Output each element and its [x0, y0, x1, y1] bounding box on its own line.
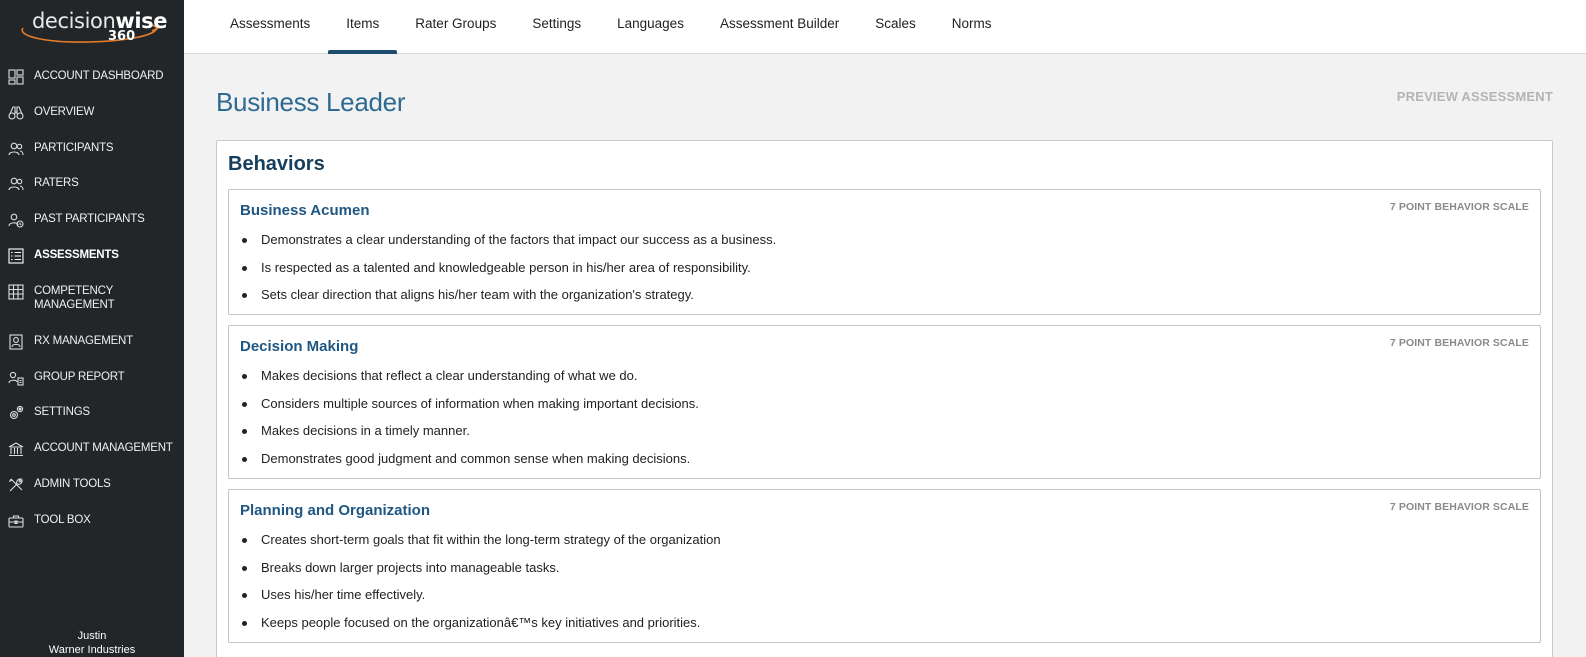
scale-label: 7 POINT BEHAVIOR SCALE	[1389, 201, 1529, 213]
past-participants-icon	[8, 212, 24, 228]
sidebar-item-admin-tools[interactable]: ADMIN TOOLS	[0, 474, 184, 510]
list-item: Creates short-term goals that fit within…	[242, 532, 721, 560]
sidebar-item-label: SETTINGS	[34, 406, 90, 419]
page-title: Business Leader	[216, 87, 406, 117]
tab-rater-groups[interactable]: Rater Groups	[397, 0, 514, 54]
scale-label: 7 POINT BEHAVIOR SCALE	[1389, 337, 1529, 349]
sidebar-item-competency-management[interactable]: COMPETENCY MANAGEMENT	[0, 281, 184, 331]
tools-icon	[8, 477, 24, 493]
raters-icon	[8, 176, 24, 192]
tab-items[interactable]: Items	[328, 0, 398, 54]
sidebar-item-settings[interactable]: SETTINGS	[0, 402, 184, 438]
sidebar-item-assessments[interactable]: ASSESSMENTS	[0, 245, 184, 281]
sidebar-item-account-dashboard[interactable]: ACCOUNT DASHBOARD	[0, 66, 184, 102]
building-icon	[8, 441, 24, 457]
sidebar-item-label: ACCOUNT MANAGEMENT	[34, 442, 173, 455]
competency-title: Business Acumen	[240, 202, 370, 219]
sidebar-item-label: ACCOUNT DASHBOARD	[34, 70, 164, 82]
competency-card: Business Acumen 7 POINT BEHAVIOR SCALE D…	[228, 189, 1541, 315]
list-item: Sets clear direction that aligns his/her…	[241, 287, 776, 315]
sidebar-item-past-participants[interactable]: PAST PARTICIPANTS	[0, 209, 184, 245]
sidebar-item-label: PAST PARTICIPANTS	[34, 213, 145, 226]
list-item: Uses his/her time effectively.	[242, 587, 721, 615]
competency-title: Decision Making	[240, 338, 359, 355]
user-info[interactable]: Justin Warner Industries	[0, 629, 184, 657]
sidebar: decisionwise 360 ACCOUNT DASHBOARD OVERV…	[0, 0, 184, 657]
sidebar-item-label: RX MANAGEMENT	[34, 334, 133, 347]
tab-bar: Assessments Items Rater Groups Settings …	[184, 0, 1586, 54]
rx-icon	[8, 334, 24, 350]
app-logo[interactable]: decisionwise 360	[0, 0, 184, 52]
item-list: Demonstrates a clear understanding of th…	[241, 232, 776, 315]
section-heading: Behaviors	[228, 153, 325, 175]
user-name: Justin	[77, 630, 107, 642]
sidebar-item-participants[interactable]: PARTICIPANTS	[0, 138, 184, 174]
binoculars-icon	[8, 105, 24, 121]
sidebar-item-label: OVERVIEW	[34, 105, 95, 118]
list-item: Demonstrates a clear understanding of th…	[241, 232, 776, 260]
users-icon	[8, 141, 24, 157]
list-item: Makes decisions that reflect a clear und…	[242, 368, 699, 396]
list-item: Demonstrates good judgment and common se…	[242, 451, 699, 479]
sidebar-item-overview[interactable]: OVERVIEW	[0, 102, 184, 138]
grid-icon	[8, 284, 24, 300]
sidebar-item-label: RATERS	[34, 177, 79, 190]
logo-wordmark: decisionwise	[32, 9, 168, 33]
list-item: Keeps people focused on the organization…	[242, 615, 721, 643]
sidebar-item-label: ADMIN TOOLS	[34, 477, 111, 490]
sidebar-item-label: TOOL BOX	[34, 513, 91, 526]
top-nav: Assessments Items Rater Groups Settings …	[184, 0, 1586, 54]
item-list: Makes decisions that reflect a clear und…	[242, 368, 699, 479]
dashboard-icon	[8, 69, 24, 85]
competency-title: Planning and Organization	[240, 502, 431, 519]
competency-card: Decision Making 7 POINT BEHAVIOR SCALE M…	[228, 325, 1541, 479]
tab-languages[interactable]: Languages	[599, 0, 702, 54]
sidebar-nav: ACCOUNT DASHBOARD OVERVIEW PARTICIPANTS …	[0, 66, 184, 546]
sidebar-item-label: COMPETENCY MANAGEMENT	[34, 284, 115, 312]
tab-scales[interactable]: Scales	[857, 0, 934, 54]
gears-icon	[8, 405, 24, 421]
tab-settings[interactable]: Settings	[514, 0, 599, 54]
scale-label: 7 POINT BEHAVIOR SCALE	[1389, 501, 1529, 513]
logo-number: 360	[108, 29, 136, 44]
sidebar-item-rx-management[interactable]: RX MANAGEMENT	[0, 331, 184, 367]
sidebar-item-label: GROUP REPORT	[34, 370, 125, 383]
sidebar-item-label: ASSESSMENTS	[34, 248, 119, 261]
list-item: Considers multiple sources of informatio…	[242, 396, 699, 424]
item-list: Creates short-term goals that fit within…	[242, 532, 721, 643]
group-report-icon	[8, 370, 24, 386]
sidebar-item-label: PARTICIPANTS	[34, 141, 114, 154]
user-company: Warner Industries	[48, 644, 136, 656]
checklist-icon	[8, 248, 24, 264]
toolbox-icon	[8, 513, 24, 529]
tab-norms[interactable]: Norms	[934, 0, 1010, 54]
list-item: Breaks down larger projects into managea…	[242, 560, 721, 588]
behaviors-panel: Behaviors Business Acumen 7 POINT BEHAVI…	[216, 140, 1553, 657]
tab-assessments[interactable]: Assessments	[212, 0, 328, 54]
sidebar-item-tool-box[interactable]: TOOL BOX	[0, 510, 184, 546]
sidebar-item-group-report[interactable]: GROUP REPORT	[0, 367, 184, 403]
competency-card: Planning and Organization 7 POINT BEHAVI…	[228, 489, 1541, 643]
list-item: Is respected as a talented and knowledge…	[241, 260, 776, 288]
tab-assessment-builder[interactable]: Assessment Builder	[702, 0, 857, 54]
sidebar-item-account-management[interactable]: ACCOUNT MANAGEMENT	[0, 438, 184, 474]
sidebar-item-raters[interactable]: RATERS	[0, 173, 184, 209]
list-item: Makes decisions in a timely manner.	[242, 423, 699, 451]
preview-assessment-button[interactable]: PREVIEW ASSESSMENT	[1397, 89, 1553, 104]
